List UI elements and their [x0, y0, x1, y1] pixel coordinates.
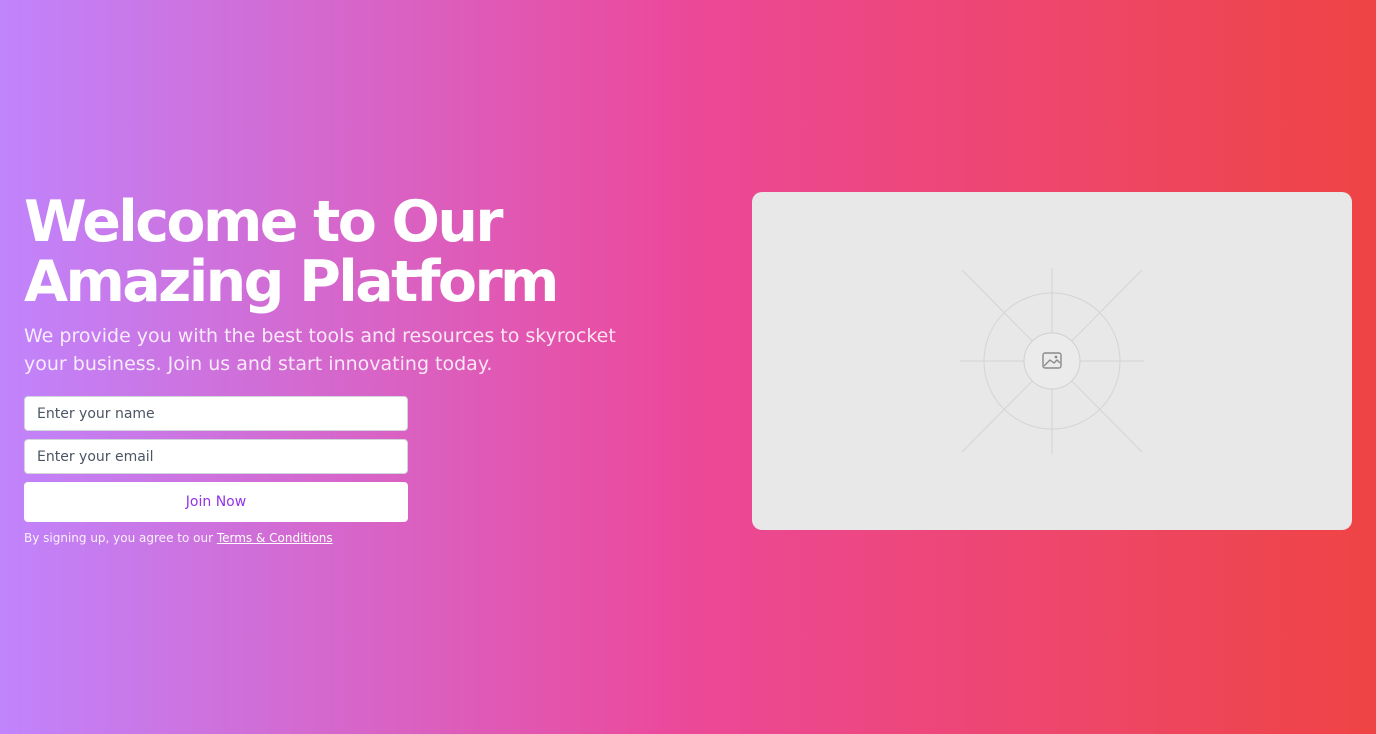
hero-title: Welcome to Our Amazing Platform [24, 189, 559, 315]
terms-conditions-link[interactable]: Terms & Conditions [217, 531, 333, 545]
name-input[interactable] [24, 396, 408, 431]
signup-form: Join Now By signing up, you agree to our… [24, 396, 408, 546]
email-input[interactable] [24, 439, 408, 474]
hero-subtitle: We provide you with the best tools and r… [24, 325, 616, 375]
legal-notice: By signing up, you agree to our Terms & … [24, 530, 408, 546]
hero-image-placeholder [752, 192, 1352, 530]
join-now-button[interactable]: Join Now [24, 482, 408, 522]
hero-section: Welcome to Our Amazing Platform We provi… [24, 192, 724, 546]
placeholder-graphic [960, 268, 1144, 454]
legal-text: By signing up, you agree to our [24, 531, 217, 545]
